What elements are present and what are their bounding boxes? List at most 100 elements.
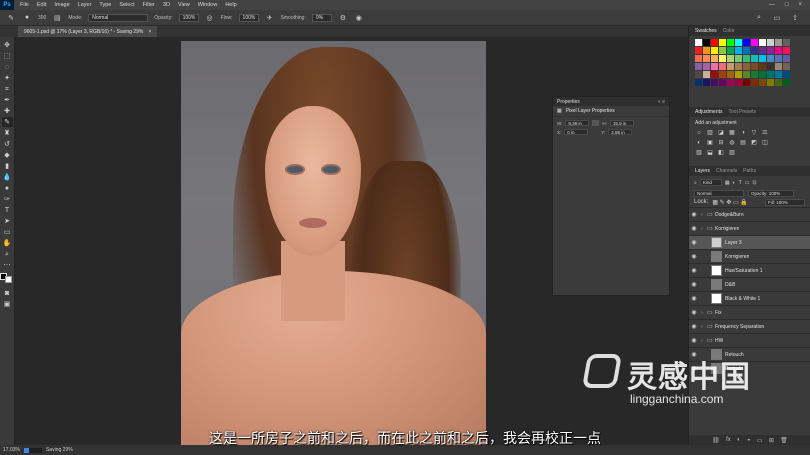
smoothing-options-gear-icon[interactable]: ⚙ <box>338 13 348 23</box>
adjustment-icon[interactable]: ☼ <box>695 129 703 136</box>
color-swatch[interactable] <box>719 79 726 86</box>
tab-layers[interactable]: Layers <box>695 168 710 174</box>
hand-tool-icon[interactable]: ✋ <box>2 238 13 248</box>
filter-pixel-icon[interactable]: ▦ <box>725 180 730 186</box>
color-swatch[interactable] <box>743 79 750 86</box>
color-swatch[interactable] <box>751 63 758 70</box>
visibility-eye-icon[interactable]: ◉ <box>689 211 699 218</box>
pressure-opacity-icon[interactable]: ◎ <box>205 13 215 23</box>
opacity-field[interactable]: 100% <box>178 13 199 22</box>
menu-item-image[interactable]: Image <box>54 2 69 8</box>
document-tab[interactable]: 9605-1.psd @ 17% (Layer 3, RGB/16) * - S… <box>18 26 158 37</box>
adjustment-icon[interactable]: ▥ <box>706 129 714 136</box>
adjustment-icon[interactable]: ◧ <box>717 149 725 156</box>
link-icon[interactable] <box>592 120 600 126</box>
menu-item-edit[interactable]: Edit <box>37 2 46 8</box>
color-swatch[interactable] <box>783 39 790 46</box>
color-swatch[interactable] <box>719 47 726 54</box>
pressure-size-icon[interactable]: ◉ <box>354 13 364 23</box>
clone-stamp-tool-icon[interactable]: ♜ <box>2 128 13 138</box>
color-swatch[interactable] <box>703 39 710 46</box>
background-color-swatch[interactable] <box>5 276 12 283</box>
menu-item-select[interactable]: Select <box>119 2 134 8</box>
adjustment-icon[interactable]: ◐ <box>695 139 703 146</box>
height-field[interactable]: 15,9 in <box>609 120 634 126</box>
color-swatch[interactable] <box>695 79 702 86</box>
color-swatch[interactable] <box>735 79 742 86</box>
crop-tool-icon[interactable]: ⌗ <box>2 84 13 94</box>
color-swatch[interactable] <box>783 71 790 78</box>
adjustment-icon[interactable]: ⬓ <box>706 149 714 156</box>
visibility-eye-icon[interactable]: ◉ <box>689 239 699 246</box>
color-swatch[interactable] <box>775 55 782 62</box>
color-swatch[interactable] <box>751 71 758 78</box>
color-swatch[interactable] <box>767 39 774 46</box>
color-swatch[interactable] <box>751 79 758 86</box>
panel-menu-icon[interactable]: « ≡ <box>658 99 665 105</box>
adjustment-icon[interactable]: ⊟ <box>717 139 725 146</box>
color-swatch[interactable] <box>695 39 702 46</box>
adjustment-icon[interactable]: ▨ <box>728 149 736 156</box>
y-field[interactable]: 2,88 in <box>608 129 633 135</box>
menu-item-type[interactable]: Type <box>99 2 111 8</box>
color-swatch[interactable] <box>767 55 774 62</box>
color-swatch[interactable] <box>759 39 766 46</box>
portrait-photo[interactable] <box>181 41 486 445</box>
history-brush-tool-icon[interactable]: ↺ <box>2 139 13 149</box>
color-swatch[interactable] <box>783 55 790 62</box>
color-swatch[interactable] <box>759 55 766 62</box>
color-swatch[interactable] <box>727 79 734 86</box>
screen-mode-icon[interactable]: ▣ <box>2 299 13 309</box>
smoothing-field[interactable]: 0% <box>311 13 332 22</box>
brush-tool-icon[interactable]: ✎ <box>6 13 16 23</box>
color-swatch[interactable] <box>695 47 702 54</box>
layer-row[interactable]: ◉ Hue/Saturation 1 <box>689 263 810 277</box>
visibility-eye-icon[interactable]: ◉ <box>689 225 699 232</box>
color-swatch[interactable] <box>783 47 790 54</box>
color-swatch[interactable] <box>743 39 750 46</box>
marquee-tool-icon[interactable]: ⬚ <box>2 51 13 61</box>
color-swatch[interactable] <box>711 71 718 78</box>
color-swatch[interactable] <box>727 63 734 70</box>
color-swatch[interactable] <box>743 55 750 62</box>
search-icon[interactable]: ⌕ <box>754 13 764 23</box>
color-swatch[interactable] <box>767 63 774 70</box>
layer-row[interactable]: ◉ › ▭ Fix <box>689 305 810 319</box>
properties-header[interactable]: Properties « ≡ <box>553 97 669 106</box>
color-swatch[interactable] <box>711 55 718 62</box>
layer-opacity-field[interactable]: Opacity: 100% <box>748 190 794 197</box>
lasso-tool-icon[interactable]: ◌ <box>2 62 13 72</box>
color-swatch[interactable] <box>767 71 774 78</box>
layer-fill-field[interactable]: Fill: 100% <box>765 199 805 206</box>
visibility-eye-icon[interactable]: ◉ <box>689 309 699 316</box>
path-selection-tool-icon[interactable]: ➤ <box>2 216 13 226</box>
visibility-eye-icon[interactable]: ◉ <box>689 253 699 260</box>
color-swatch[interactable] <box>759 79 766 86</box>
color-swatch[interactable] <box>719 63 726 70</box>
color-swatch[interactable] <box>751 55 758 62</box>
color-swatch[interactable] <box>751 47 758 54</box>
color-swatch[interactable] <box>743 47 750 54</box>
filter-shape-icon[interactable]: ▭ <box>745 180 750 186</box>
adjustment-icon[interactable]: ▣ <box>706 139 714 146</box>
color-swatch[interactable] <box>735 71 742 78</box>
gradient-tool-icon[interactable]: ▮ <box>2 161 13 171</box>
tab-paths[interactable]: Paths <box>743 168 756 174</box>
shape-tool-icon[interactable]: ▭ <box>2 227 13 237</box>
visibility-eye-icon[interactable]: ◉ <box>689 295 699 302</box>
type-tool-icon[interactable]: T <box>2 205 13 215</box>
adjustment-icon[interactable]: ▤ <box>739 139 747 146</box>
color-swatch[interactable] <box>727 39 734 46</box>
x-field[interactable]: 0 in <box>564 129 589 135</box>
color-swatch[interactable] <box>719 71 726 78</box>
zoom-tool-icon[interactable]: ⌕ <box>2 249 13 259</box>
menu-item-file[interactable]: File <box>20 2 29 8</box>
color-swatch[interactable] <box>775 47 782 54</box>
filter-kind-select[interactable]: Kind <box>699 179 722 186</box>
brush-settings-icon[interactable]: ▤ <box>52 13 62 23</box>
color-swatch[interactable] <box>727 47 734 54</box>
tab-color[interactable]: Color <box>723 28 735 34</box>
color-swatch[interactable] <box>711 39 718 46</box>
menu-item-filter[interactable]: Filter <box>143 2 155 8</box>
tab-swatches[interactable]: Swatches <box>695 28 717 34</box>
